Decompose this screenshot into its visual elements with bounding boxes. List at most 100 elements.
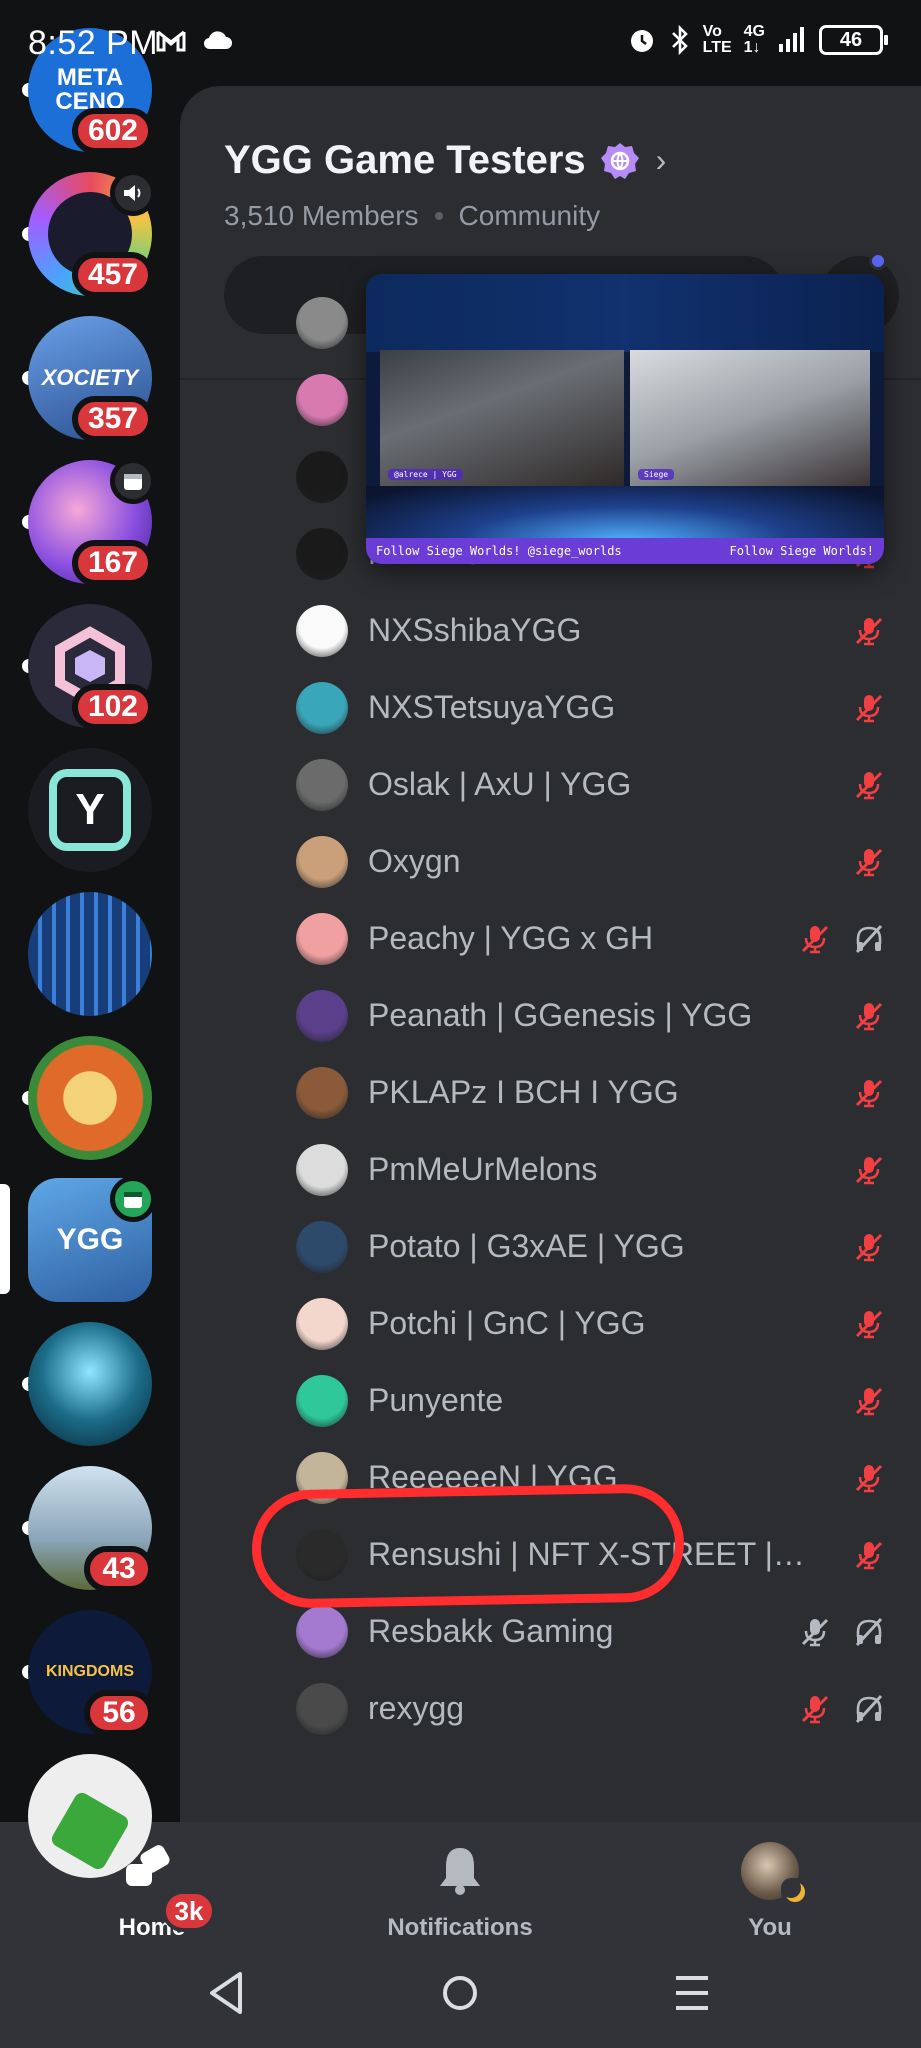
mention-badge: 56 [84,1690,154,1736]
recents-icon[interactable] [672,1970,712,2016]
mic-muted-icon [855,1079,883,1107]
voice-status-icons [799,923,885,955]
battery-indicator: 46 [819,25,888,55]
voice-status-icons [853,692,885,724]
voice-status-icons [853,1539,885,1571]
nav-you[interactable]: You [670,1842,870,1942]
server-meta: 3,510 Members Community [224,200,600,232]
server-league-of-kingdoms[interactable]: KINGDOMS 56 [22,1610,154,1736]
highlight-circle [251,1483,685,1609]
mic-muted-icon [801,925,829,953]
alarm-icon [630,30,653,52]
mic-muted-icon [855,1541,883,1569]
calendar-icon [110,458,156,504]
chevron-right-icon: › [655,142,667,178]
voice-status-icons [853,1231,885,1263]
member-row[interactable]: Oslak | AxU | YGG [180,746,921,823]
avatar [296,450,348,503]
member-row[interactable]: PKLAPz I BCH I YGG [180,1054,921,1131]
member-row[interactable]: NXSshibaYGG [180,592,921,669]
bluetooth-icon [671,25,688,55]
avatar [296,758,348,811]
server-icon [28,892,152,1016]
home-circle-icon[interactable] [440,1970,480,2016]
stream-banner [366,274,884,352]
partner-badge-icon [600,142,639,179]
voice-status-icons [853,1000,885,1032]
stream-preview[interactable]: @alrece | YGG Siege Follow Siege Worlds!… [366,274,884,564]
member-name: Peachy | YGG x GH [368,920,654,956]
member-row[interactable]: Peanath | GGenesis | YGG [180,977,921,1054]
server-10[interactable] [22,1322,152,1446]
mention-badge: 43 [84,1546,154,1592]
idle-status-icon [781,1878,809,1906]
avatar [296,835,348,888]
member-name: Oslak | AxU | YGG [368,766,632,802]
server-type: Community [458,200,601,231]
server-header[interactable]: YGG Game Testers › [224,138,666,183]
stream-ticker: Follow Siege Worlds! @siege_worlds Follo… [366,538,884,564]
avatar [296,989,348,1042]
member-name: Potchi | GnC | YGG [368,1305,646,1341]
avatar [296,1374,348,1427]
member-row[interactable]: Peachy | YGG x GH [180,900,921,977]
ticker-right: Follow Siege Worlds! [729,544,875,558]
server-8[interactable] [22,1036,152,1160]
server-ygg[interactable]: YGG [0,1176,156,1302]
server-icon [28,1754,152,1878]
mic-muted-icon [855,1233,883,1261]
avatar [296,296,348,349]
avatar [296,1682,348,1735]
member-row[interactable]: Potchi | GnC | YGG [180,1285,921,1362]
member-count: 3,510 Members [224,200,419,231]
server-13[interactable] [28,1754,152,1878]
bell-icon [440,1848,480,1895]
network-type-indicator: 4G 1↓ [743,23,765,56]
mic-muted-icon [855,1464,883,1492]
member-row[interactable]: Oxygn [180,823,921,900]
mic-muted-icon [855,771,883,799]
member-name: rexygg [368,1690,465,1726]
server-2[interactable]: 457 [22,170,156,298]
avatar [296,681,348,734]
cloud-icon [203,31,232,50]
member-name: PmMeUrMelons [368,1151,598,1187]
server-11[interactable]: 43 [22,1466,154,1592]
member-row[interactable]: PmMeUrMelons [180,1131,921,1208]
server-7[interactable] [28,892,152,1016]
member-name: Oxygn [368,843,461,879]
member-row[interactable]: Punyente [180,1362,921,1439]
mic-muted-icon [801,1695,829,1723]
status-right-icons: Vo LTE 4G 1↓ 46 [627,23,888,56]
notification-dot [869,252,887,270]
server-4[interactable]: 167 [22,458,156,586]
voice-status-icons [853,769,885,801]
status-left-icons [156,28,232,52]
member-row[interactable]: NXSTetsuyaYGG [180,669,921,746]
status-bar: 8:52 PM Vo LTE 4G 1↓ 46 [0,0,921,86]
separator-dot [434,212,443,220]
nav-notifications[interactable]: Notifications [360,1842,560,1942]
mention-badge: 167 [71,540,154,586]
speaker-icon [110,170,156,216]
member-name: PKLAPz I BCH I YGG [368,1074,679,1110]
server-5[interactable]: 102 [22,604,154,730]
voice-status-icons [853,1308,885,1340]
mention-badge: 602 [71,108,154,154]
member-name: NXSshibaYGG [368,612,582,648]
signal-icon [779,27,804,52]
mic-muted-icon [855,1156,883,1184]
member-row[interactable]: rexygg [180,1670,921,1747]
nav-you-label: You [748,1914,792,1941]
server-y[interactable]: Y [28,748,152,872]
avatar [296,1143,348,1196]
back-icon[interactable] [206,1970,246,2016]
server-icon [28,1036,152,1160]
home-badge: 3k [162,1890,216,1932]
mic-muted-icon [801,1618,829,1646]
voice-status-icons [853,1077,885,1109]
mic-muted-icon [855,848,883,876]
server-xociety[interactable]: XOCIETY 357 [22,316,154,442]
member-row[interactable]: Potato | G3xAE | YGG [180,1208,921,1285]
voice-status-icons [853,1154,885,1186]
